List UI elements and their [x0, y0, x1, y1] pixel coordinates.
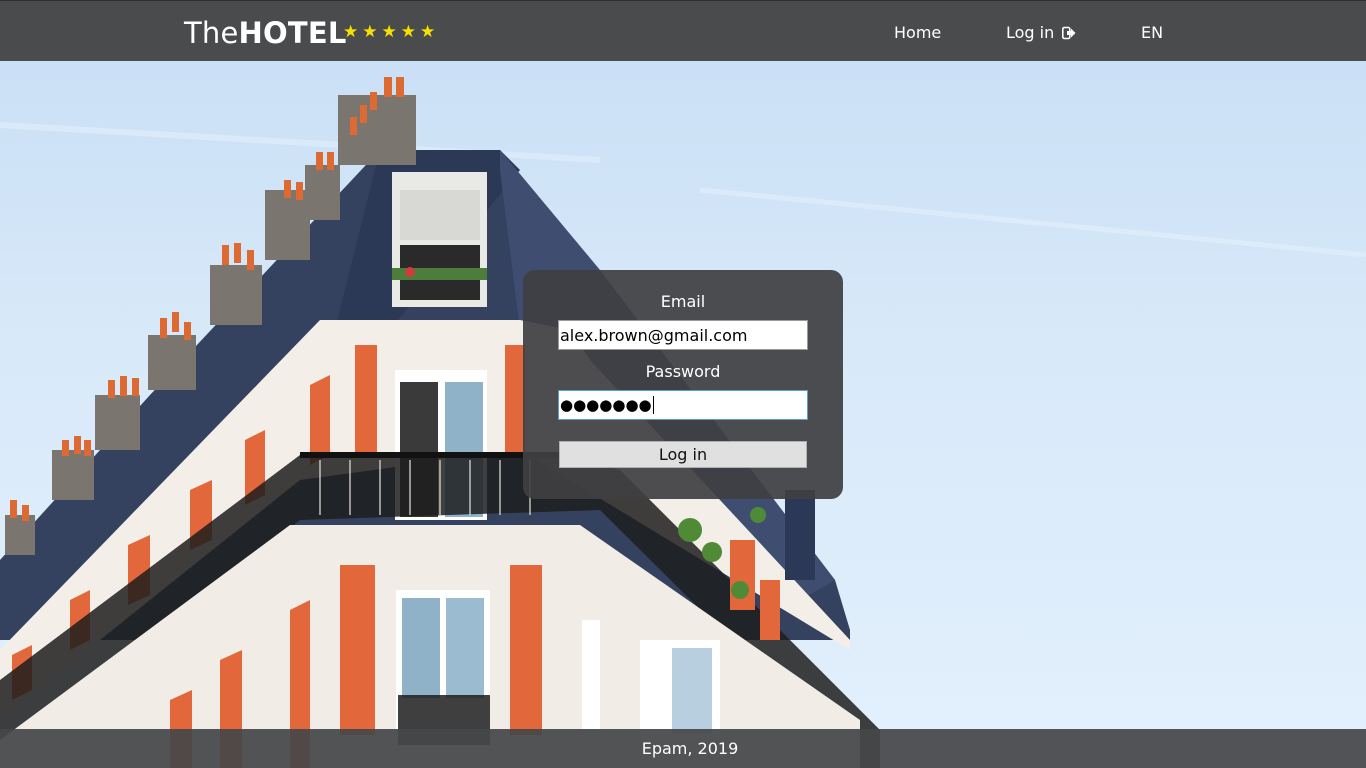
- nav-home-link[interactable]: Home: [894, 23, 941, 42]
- brand-prefix: The: [184, 16, 239, 50]
- password-label: Password: [645, 362, 721, 381]
- brand-logo[interactable]: TheHOTEL: [184, 16, 347, 50]
- nav-login-link[interactable]: Log in: [1006, 23, 1076, 44]
- text-caret: [652, 396, 654, 414]
- footer-bar: Epam, 2019: [0, 729, 1366, 768]
- login-panel: Email alex.brown@gmail.com Password ●●●●…: [523, 270, 843, 499]
- password-masked-value: ●●●●●●●: [560, 396, 652, 414]
- email-label: Email: [660, 292, 706, 311]
- password-field[interactable]: ●●●●●●●: [558, 390, 808, 420]
- top-navigation-bar: TheHOTEL ★★★★★ Home Log in EN: [0, 0, 1366, 61]
- email-field[interactable]: alex.brown@gmail.com: [558, 320, 808, 350]
- brand-name: HOTEL: [238, 16, 347, 50]
- nav-login-label: Log in: [1006, 23, 1055, 42]
- sign-in-icon: [1062, 25, 1076, 44]
- star-icon: ★★★★★: [343, 22, 440, 42]
- login-submit-button[interactable]: Log in: [559, 441, 807, 468]
- language-selector[interactable]: EN: [1141, 23, 1163, 42]
- footer-copyright: Epam, 2019: [641, 739, 739, 758]
